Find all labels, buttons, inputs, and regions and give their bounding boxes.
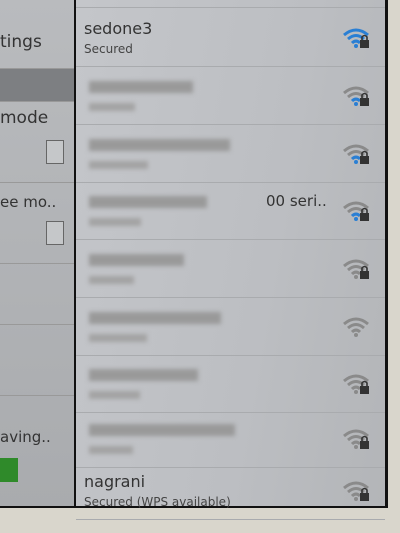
network-name: nagrani — [84, 472, 146, 491]
toggle-on[interactable] — [0, 458, 18, 482]
wifi-secured-icon — [343, 201, 369, 221]
settings-item[interactable] — [0, 264, 74, 325]
wifi-secured-icon — [343, 86, 369, 106]
wifi-network-item[interactable] — [76, 298, 385, 356]
wifi-network-item[interactable] — [76, 355, 385, 413]
wifi-secured-icon — [343, 259, 369, 279]
wifi-network-item[interactable]: Saved, Se... — [76, 0, 385, 8]
wifi-network-item[interactable] — [76, 410, 385, 468]
blurred-network-status — [89, 218, 141, 226]
wifi-secured-icon — [343, 429, 369, 449]
blurred-network-name — [89, 312, 221, 324]
wifi-secured-icon — [343, 144, 369, 164]
wifi-network-item[interactable] — [76, 125, 385, 183]
blurred-network-status — [89, 334, 147, 342]
blurred-network-status — [89, 391, 140, 399]
blurred-network-status — [89, 161, 148, 169]
settings-item-mode[interactable]: mode — [0, 102, 74, 183]
wifi-network-item[interactable] — [76, 67, 385, 125]
blurred-network-status — [89, 103, 135, 111]
settings-label: ee mo.. — [0, 193, 57, 211]
blurred-network-status — [89, 276, 134, 284]
wifi-secured-icon — [343, 374, 369, 394]
settings-item[interactable] — [0, 325, 74, 396]
network-name: 00 seri.. — [266, 192, 327, 210]
wifi-network-item[interactable] — [76, 240, 385, 298]
settings-item[interactable]: tings — [0, 0, 74, 69]
settings-panel: tings mode ee mo.. aving.. — [0, 0, 74, 506]
wifi-network-item[interactable]: 00 seri.. — [76, 182, 385, 240]
checkbox[interactable] — [46, 140, 64, 164]
blurred-network-name — [89, 254, 184, 266]
blurred-network-name — [89, 369, 198, 381]
settings-label: mode — [0, 108, 49, 128]
settings-item-saving[interactable]: aving.. — [0, 396, 74, 506]
blurred-network-name — [89, 139, 230, 151]
settings-label: tings — [0, 32, 42, 52]
settings-item-selected[interactable] — [0, 69, 74, 102]
network-status: Secured — [84, 42, 133, 56]
wifi-icon — [343, 317, 369, 337]
wifi-secured-icon — [343, 28, 369, 48]
checkbox[interactable] — [46, 221, 64, 245]
wifi-network-item[interactable]: nagrani Secured (WPS available) — [76, 462, 385, 520]
tablet-screen: tings mode ee mo.. aving.. Saved, Se... … — [0, 0, 388, 520]
settings-label: aving.. — [0, 428, 51, 446]
blurred-network-name — [89, 196, 207, 208]
settings-item-mode2[interactable]: ee mo.. — [0, 183, 74, 264]
blurred-network-status — [89, 446, 133, 454]
blurred-network-name — [89, 424, 235, 436]
wifi-secured-icon — [343, 481, 369, 501]
wifi-network-item[interactable]: sedone3 Secured — [76, 9, 385, 67]
network-status: Secured (WPS available) — [84, 495, 231, 509]
network-name: sedone3 — [84, 19, 153, 38]
blurred-network-name — [89, 81, 193, 93]
wifi-network-list[interactable]: Saved, Se... sedone3 Secured 00 seri.. na… — [76, 0, 385, 520]
